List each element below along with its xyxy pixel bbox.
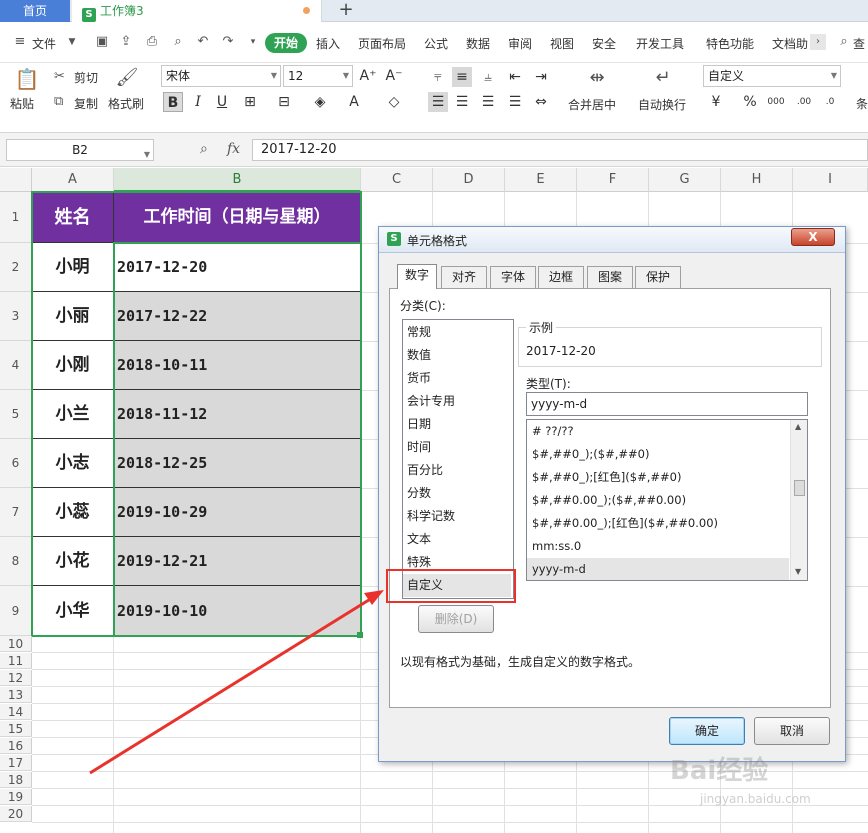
watermark-url: jingyan.baidu.com (700, 792, 811, 806)
annotation-arrow-icon (89, 590, 384, 775)
tab-number[interactable]: 数字 (397, 264, 437, 289)
watermark-logo: Bai经验 (670, 756, 769, 786)
